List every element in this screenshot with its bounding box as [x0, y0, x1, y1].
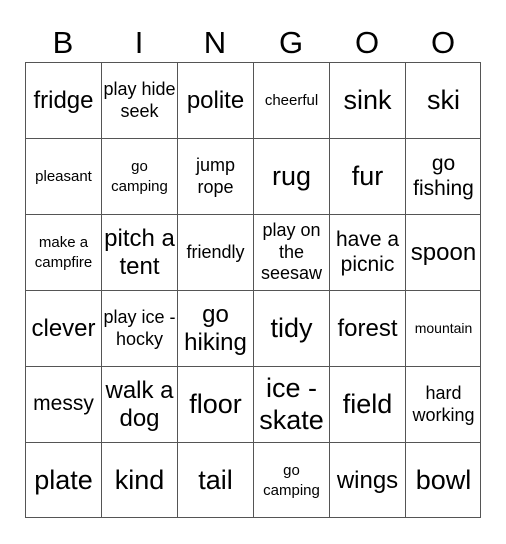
header-letter: N: [203, 25, 227, 60]
bingo-cell[interactable]: play ice - hocky: [101, 290, 177, 366]
bingo-cell[interactable]: go camping: [101, 138, 177, 214]
header-letter: B: [52, 25, 74, 60]
bingo-cell-text: hard working: [412, 382, 475, 425]
header-letter: G: [278, 25, 304, 60]
bingo-cell-text: floor: [189, 388, 242, 419]
bingo-cell-text: pitch a tent: [104, 224, 175, 280]
bingo-cell[interactable]: floor: [177, 366, 253, 442]
bingo-cell-text: friendly: [186, 241, 245, 262]
bingo-cell[interactable]: bowl: [405, 442, 481, 518]
bingo-cell[interactable]: play on the seesaw: [253, 214, 329, 290]
bingo-cell-text: messy: [33, 392, 94, 416]
bingo-cell[interactable]: polite: [177, 62, 253, 138]
bingo-cell-text: fridge: [33, 86, 94, 114]
bingo-cell-text: tail: [198, 464, 233, 495]
bingo-cell-text: ski: [427, 84, 460, 115]
bingo-cell-text: pleasant: [35, 167, 92, 185]
bingo-cell-text: clever: [31, 314, 96, 342]
bingo-cell[interactable]: go camping: [253, 442, 329, 518]
header-letter: O: [430, 25, 456, 60]
bingo-cell[interactable]: sink: [329, 62, 405, 138]
bingo-cell[interactable]: wings: [329, 442, 405, 518]
bingo-cell[interactable]: play hide seek: [101, 62, 177, 138]
bingo-cell[interactable]: cheerful: [253, 62, 329, 138]
bingo-cell-text: play ice - hocky: [103, 306, 176, 349]
bingo-cell[interactable]: walk a dog: [101, 366, 177, 442]
bingo-cell-text: sink: [343, 84, 392, 115]
bingo-cell-text: kind: [114, 464, 165, 495]
bingo-cell-text: go camping: [111, 158, 168, 195]
bingo-cell[interactable]: ski: [405, 62, 481, 138]
bingo-cell[interactable]: kind: [101, 442, 177, 518]
bingo-cell[interactable]: jump rope: [177, 138, 253, 214]
bingo-cell[interactable]: fur: [329, 138, 405, 214]
bingo-cell-text: make a campfire: [34, 234, 93, 271]
bingo-cell[interactable]: go hiking: [177, 290, 253, 366]
bingo-cell[interactable]: spoon: [405, 214, 481, 290]
bingo-cell-text: forest: [337, 314, 398, 342]
bingo-cell-text: go fishing: [413, 152, 474, 200]
bingo-cell[interactable]: rug: [253, 138, 329, 214]
bingo-cell-text: mountain: [414, 320, 473, 336]
bingo-cell-text: field: [342, 388, 393, 419]
bingo-grid: fridge play hide seek polite cheerful sink sk…: [25, 62, 481, 518]
bingo-cell-text: plate: [34, 464, 93, 495]
bingo-cell[interactable]: mountain: [405, 290, 481, 366]
bingo-cell[interactable]: pleasant: [25, 138, 101, 214]
bingo-cell[interactable]: go fishing: [405, 138, 481, 214]
bingo-cell[interactable]: tidy: [253, 290, 329, 366]
bingo-cell-text: play on the seesaw: [260, 220, 323, 284]
bingo-cell-text: polite: [186, 86, 245, 114]
bingo-cell-text: play hide seek: [103, 78, 176, 121]
bingo-cell-text: walk a dog: [105, 376, 174, 432]
bingo-cell-text: cheerful: [264, 91, 319, 109]
bingo-cell-text: go camping: [263, 462, 320, 499]
bingo-cell-text: jump rope: [195, 154, 235, 197]
bingo-header: B I N G O O: [25, 24, 481, 62]
bingo-cell-text: ice - skate: [259, 373, 324, 435]
header-letter: O: [354, 25, 380, 60]
bingo-cell[interactable]: tail: [177, 442, 253, 518]
bingo-cell[interactable]: pitch a tent: [101, 214, 177, 290]
bingo-cell[interactable]: field: [329, 366, 405, 442]
bingo-cell[interactable]: ice - skate: [253, 366, 329, 442]
bingo-cell-text: bowl: [415, 464, 472, 495]
bingo-cell-text: go hiking: [184, 300, 247, 356]
bingo-cell[interactable]: forest: [329, 290, 405, 366]
bingo-cell-text: rug: [271, 160, 312, 191]
bingo-cell[interactable]: clever: [25, 290, 101, 366]
bingo-cell[interactable]: friendly: [177, 214, 253, 290]
header-letter: I: [134, 25, 144, 60]
bingo-cell-text: fur: [351, 160, 384, 191]
bingo-cell[interactable]: messy: [25, 366, 101, 442]
bingo-cell-text: tidy: [270, 312, 313, 343]
bingo-cell[interactable]: plate: [25, 442, 101, 518]
bingo-cell-text: wings: [336, 466, 399, 494]
bingo-cell[interactable]: make a campfire: [25, 214, 101, 290]
bingo-cell-text: have a picnic: [335, 228, 400, 276]
bingo-cell-text: spoon: [410, 238, 477, 266]
bingo-cell[interactable]: fridge: [25, 62, 101, 138]
bingo-cell[interactable]: have a picnic: [329, 214, 405, 290]
bingo-cell[interactable]: hard working: [405, 366, 481, 442]
